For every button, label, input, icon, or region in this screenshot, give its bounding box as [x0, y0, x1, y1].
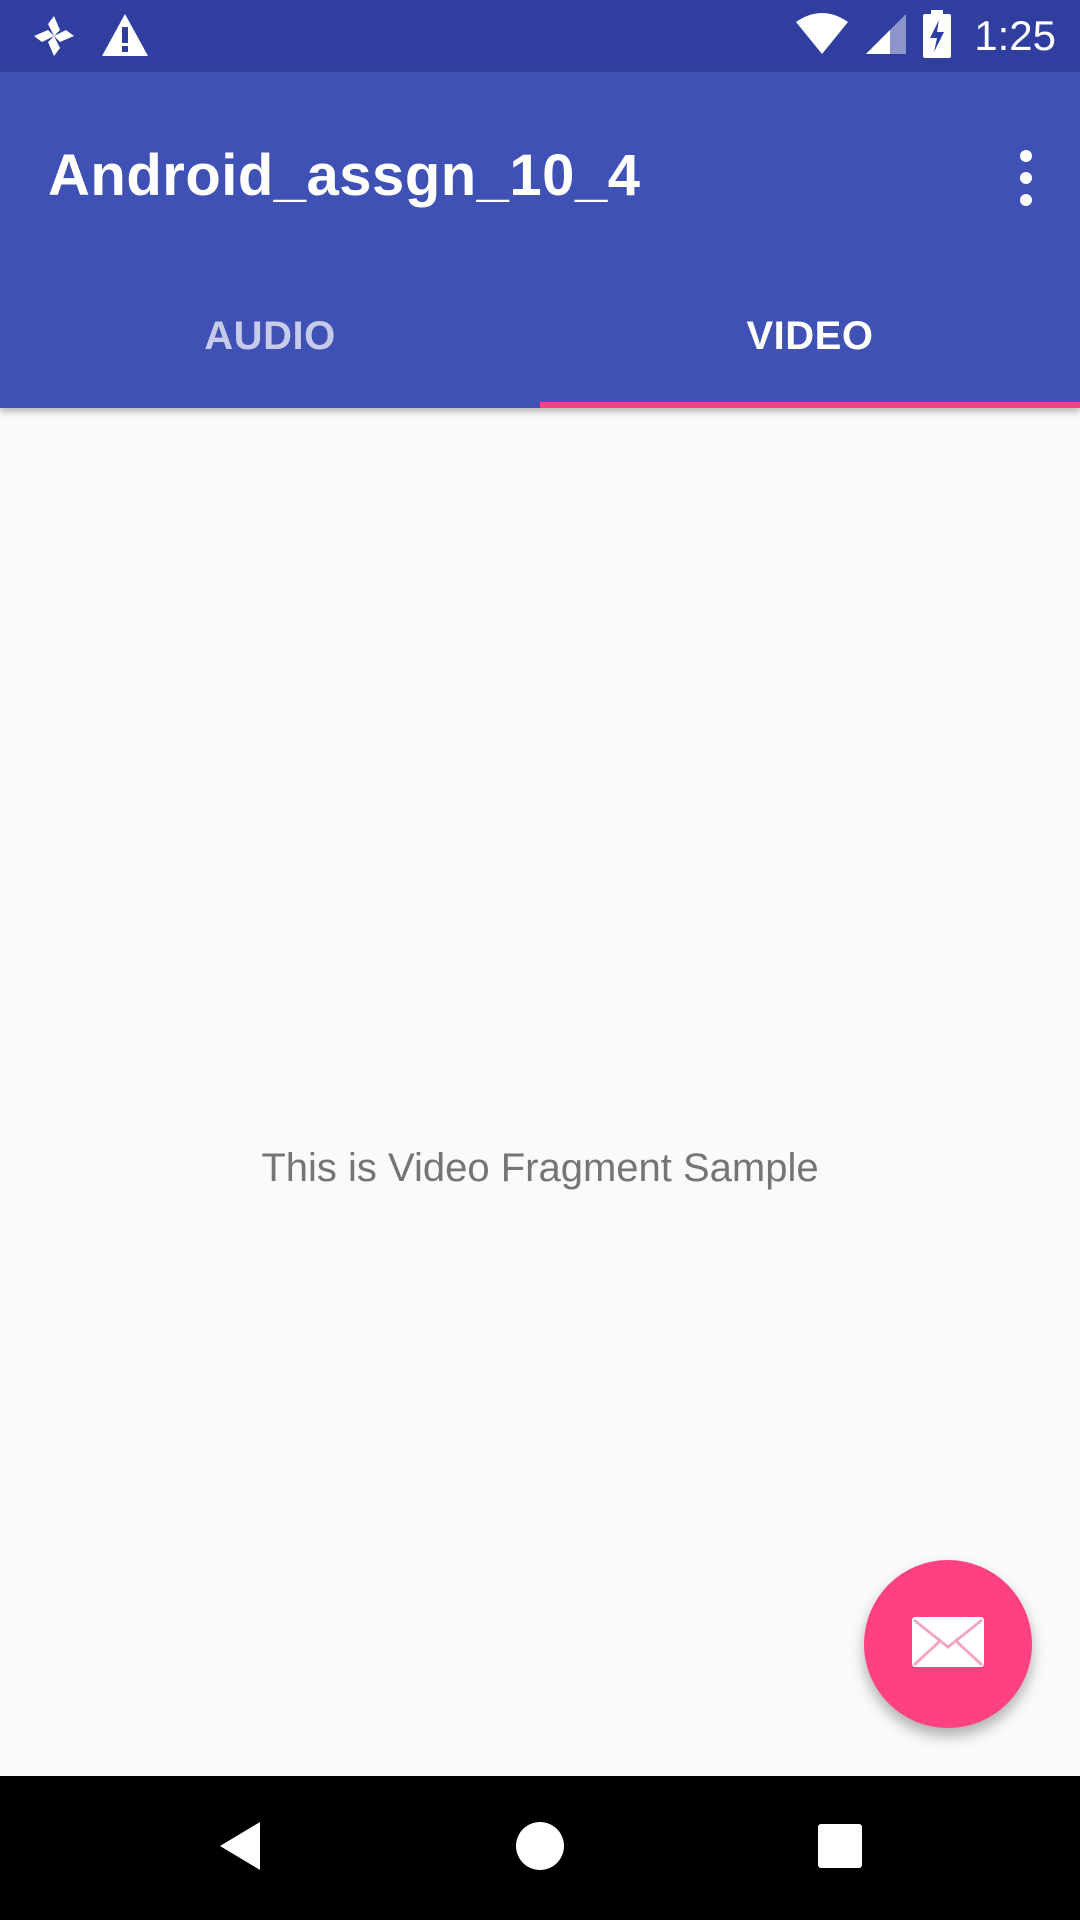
home-icon [515, 1821, 565, 1876]
pinwheel-icon [30, 12, 78, 65]
status-time: 1:25 [974, 12, 1056, 59]
back-icon [216, 1820, 264, 1877]
warning-icon [100, 12, 150, 63]
app-title: Android_assgn_10_4 [48, 143, 641, 208]
status-bar: 1:25 [0, 0, 1080, 72]
tab-audio[interactable]: AUDIO [0, 264, 540, 408]
home-button[interactable] [460, 1776, 620, 1920]
recents-button[interactable] [760, 1776, 920, 1920]
tab-bar: AUDIO VIDEO [0, 264, 1080, 408]
email-icon [910, 1615, 986, 1674]
screen: 1:25 Android_assgn_10_4 AUDIO VIDEO This… [0, 0, 1080, 1920]
more-vert-icon[interactable] [1002, 142, 1050, 214]
wifi-icon [794, 12, 850, 61]
status-icons: 1:25 [794, 0, 1056, 72]
tab-indicator [540, 402, 1080, 408]
tab-video[interactable]: VIDEO [540, 264, 1080, 408]
fragment-message: This is Video Fragment Sample [261, 1146, 819, 1190]
recents-icon [817, 1823, 863, 1874]
back-button[interactable] [160, 1776, 320, 1920]
email-fab-button[interactable] [864, 1560, 1032, 1728]
app-bar: Android_assgn_10_4 AUDIO VIDEO [0, 72, 1080, 408]
signal-icon [864, 12, 908, 61]
battery-charging-icon [922, 9, 952, 63]
navigation-bar [0, 1776, 1080, 1920]
